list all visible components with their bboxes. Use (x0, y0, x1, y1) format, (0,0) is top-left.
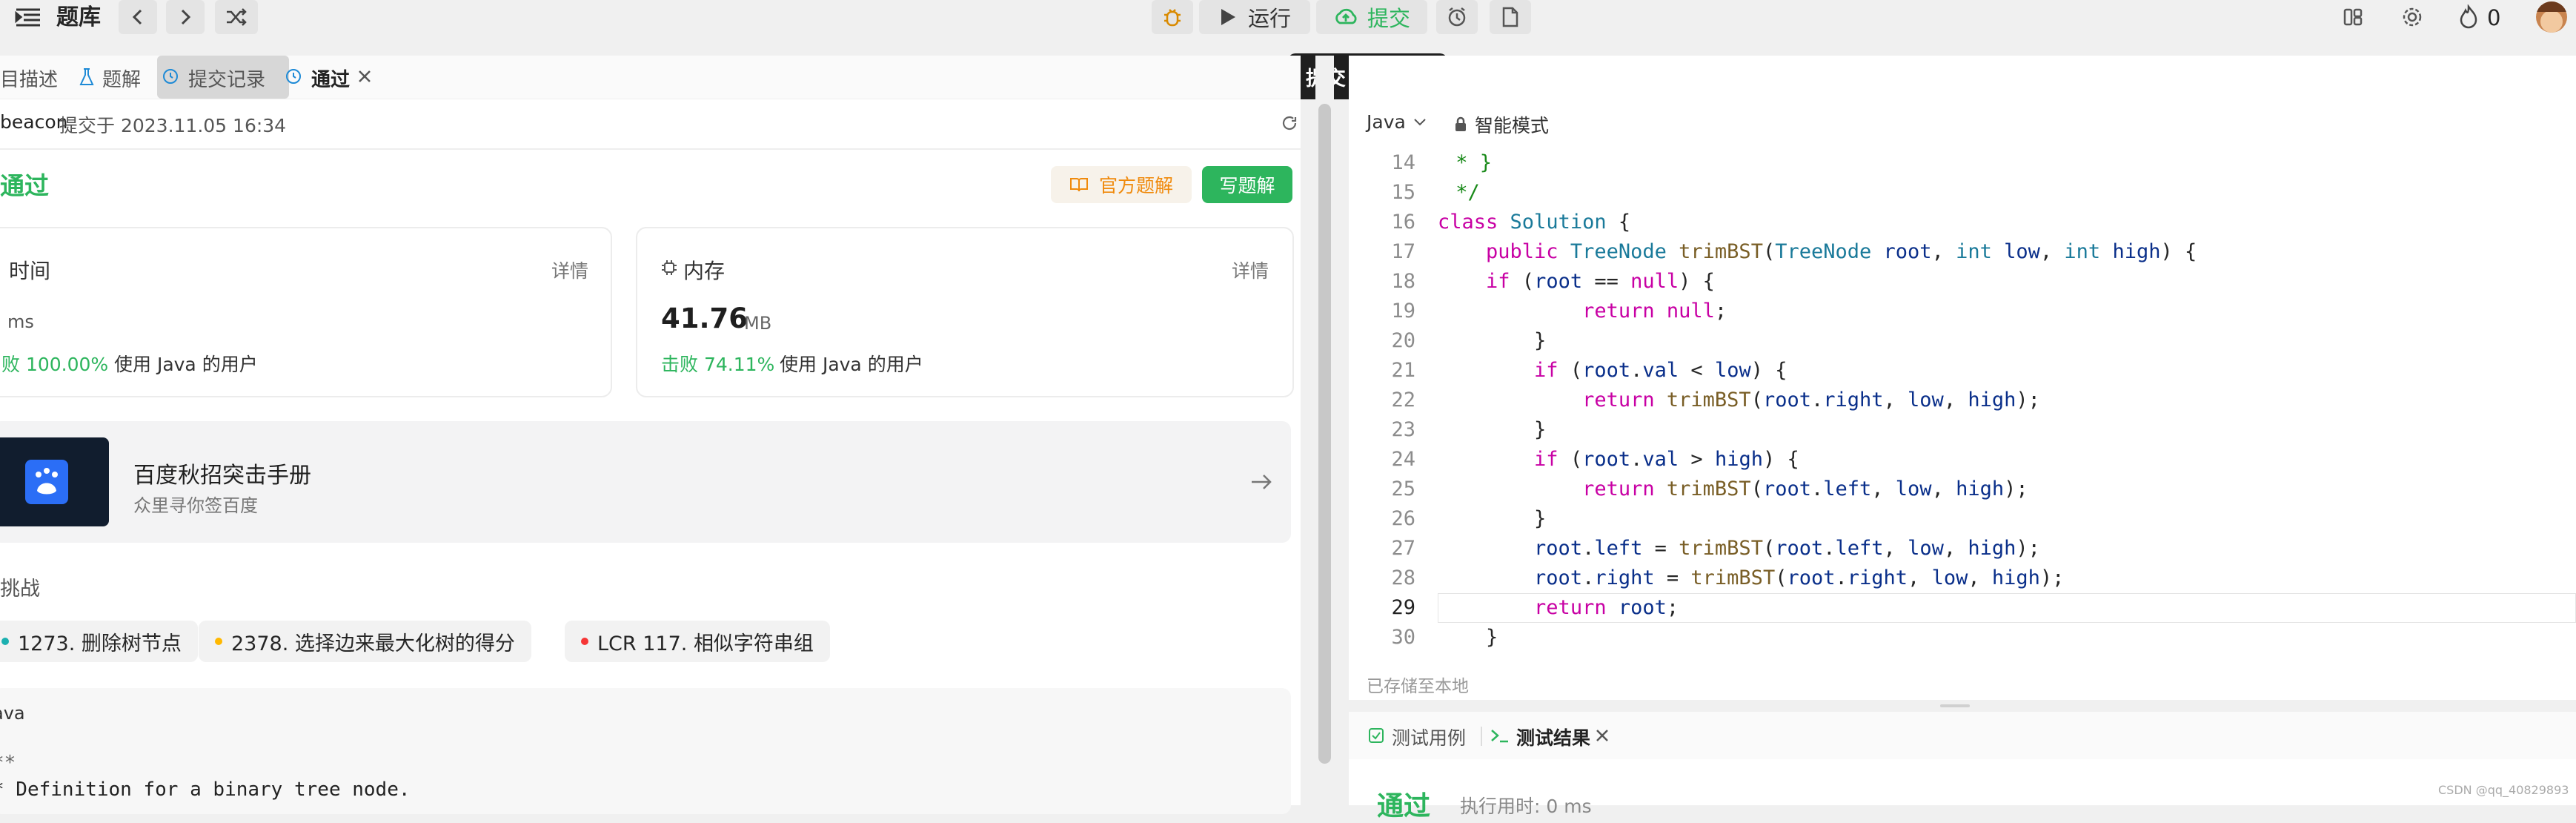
code-preview: ava ** * Definition for a binary tree no… (0, 688, 1291, 814)
cloud-upload-icon (1335, 8, 1357, 24)
official-solution-label: 官方题解 (1098, 175, 1173, 196)
random-problem-button[interactable] (215, 0, 258, 34)
history-icon (163, 69, 178, 84)
runtime-detail-link[interactable]: 详情 (551, 257, 588, 283)
save-status: 已存储至本地 (1367, 677, 1469, 696)
smart-mode-label: 智能模式 (1475, 115, 1550, 136)
write-solution-button[interactable]: 写题解 (1202, 166, 1292, 203)
chevron-left-icon (132, 9, 142, 25)
bug-icon (1164, 9, 1181, 27)
code-editor[interactable]: 14 * } 15 */ 16 class Solution { 17 publi… (1349, 148, 2576, 655)
timer-button[interactable] (1436, 0, 1478, 34)
challenge-heading: 挑战 (0, 578, 40, 601)
problem-list-title[interactable]: 题库 (56, 3, 101, 33)
challenge-item-lcr117[interactable]: LCR 117. 相似字符串组 (565, 621, 830, 662)
tab-test-result[interactable]: 测试结果 (1516, 724, 1590, 750)
memory-card[interactable]: 内存 详情 41.76 MB 击败 74.11% 使用 Java 的用户 (636, 227, 1294, 397)
code-preview-line: * Definition for a binary tree node. (0, 779, 411, 801)
close-tab-icon[interactable] (357, 69, 372, 84)
runtime-unit: ms (7, 311, 34, 332)
debug-button[interactable] (1152, 0, 1193, 34)
language-select[interactable]: Java (1367, 111, 1427, 133)
watermark: CSDN @qq_40829893 (2438, 783, 2569, 797)
notes-button[interactable] (1490, 0, 1531, 34)
lock-icon (1455, 116, 1466, 131)
settings-gear-icon[interactable] (2401, 6, 2423, 28)
chevron-right-icon (181, 9, 191, 25)
flask-icon (79, 68, 94, 85)
promo-banner[interactable]: 百度秋招突击手册 众里寻你签百度 (0, 421, 1291, 543)
memory-beat-percent: 击败 74.11% (661, 354, 775, 375)
challenge-item-2378[interactable]: 2378. 选择边来最大化树的得分 (199, 621, 531, 662)
promo-subtitle: 众里寻你签百度 (133, 495, 258, 516)
top-bar: 题库 运行 提交 0 (0, 0, 2576, 36)
streak-count: 0 (2487, 5, 2501, 30)
layout-icon[interactable] (2342, 6, 2364, 28)
code-preview-line: ** (0, 752, 16, 774)
submit-label: 提交 (1367, 6, 1410, 31)
tab-testcase[interactable]: 测试用例 (1392, 724, 1466, 750)
submitter-user[interactable]: beacon (0, 111, 67, 133)
divider-line (0, 148, 1301, 150)
refresh-icon[interactable] (1281, 114, 1298, 132)
note-icon (1502, 7, 1518, 27)
official-solution-button[interactable]: 官方题解 (1051, 166, 1192, 203)
runtime-card[interactable]: 时间 详情 ms 败 100.00% 使用 Java 的用户 (0, 227, 612, 397)
runtime-beat-percent: 败 100.00% (1, 354, 109, 375)
exec-time: 执行用时: 0 ms (1460, 796, 1592, 817)
memory-detail-link[interactable]: 详情 (1232, 257, 1269, 283)
alarm-clock-icon (1448, 7, 1466, 27)
chip-icon (662, 260, 677, 275)
language-label: Java (1367, 111, 1406, 133)
challenge-label: 2378. 选择边来最大化树的得分 (231, 632, 515, 655)
run-label: 运行 (1247, 6, 1291, 31)
memory-title: 内存 (683, 259, 726, 283)
tab-submissions-label: 提交记录 (188, 69, 266, 91)
terminal-icon (1491, 730, 1508, 743)
accepted-clock-icon (286, 69, 301, 84)
tab-accepted[interactable]: 通过 (311, 65, 350, 92)
submit-button[interactable]: 提交 (1316, 0, 1427, 34)
left-panel-scrollbar[interactable] (1318, 104, 1331, 764)
write-solution-label: 写题解 (1219, 175, 1275, 196)
chevron-down-icon (1414, 118, 1426, 125)
memory-beat-label: 使用 Java 的用户 (780, 354, 923, 375)
difficulty-dot (215, 638, 222, 645)
baidu-logo (0, 437, 109, 526)
submitted-at: 提交于 2023.11.05 16:34 (59, 115, 287, 136)
code-preview-lang: ava (0, 703, 25, 724)
shuffle-icon (227, 8, 247, 26)
tab-solutions[interactable]: 题解 (102, 65, 141, 92)
prev-problem-button[interactable] (119, 0, 157, 34)
difficulty-dot (1, 638, 9, 645)
play-icon (1221, 9, 1235, 25)
status-accepted: 通过 (0, 171, 49, 200)
tab-bar: 目描述 题解 提交记录 通过 (0, 56, 1301, 99)
challenge-label: 1273. 删除树节点 (18, 632, 182, 655)
book-icon (1069, 178, 1088, 192)
tab-description[interactable]: 目描述 (0, 65, 58, 92)
next-problem-button[interactable] (166, 0, 205, 34)
memory-unit: MB (744, 313, 772, 334)
result-tab-bar: 测试用例 测试结果 (1349, 712, 2576, 759)
runtime-beat-label: 使用 Java 的用户 (114, 354, 258, 375)
avatar[interactable] (2536, 1, 2567, 33)
run-button[interactable]: 运行 (1199, 0, 1310, 34)
problem-list-icon[interactable] (13, 6, 43, 28)
difficulty-dot (581, 638, 588, 645)
checkbox-icon (1369, 728, 1384, 743)
challenge-item-1273[interactable]: 1273. 删除树节点 (0, 621, 198, 662)
runtime-title: 时间 (9, 259, 51, 283)
promo-title: 百度秋招突击手册 (133, 463, 311, 489)
arrow-right-icon (1252, 475, 1272, 489)
tab-separator (1481, 727, 1482, 746)
result-status: 通过 (1377, 791, 1431, 822)
vertical-resize-handle[interactable] (1349, 700, 2576, 712)
memory-value: 41.76 (661, 303, 748, 334)
challenge-label: LCR 117. 相似字符串组 (597, 632, 814, 655)
streak-fire-icon[interactable] (2457, 4, 2480, 30)
smart-mode-toggle[interactable]: 智能模式 (1454, 111, 1549, 138)
close-result-tab-icon[interactable] (1595, 728, 1610, 743)
